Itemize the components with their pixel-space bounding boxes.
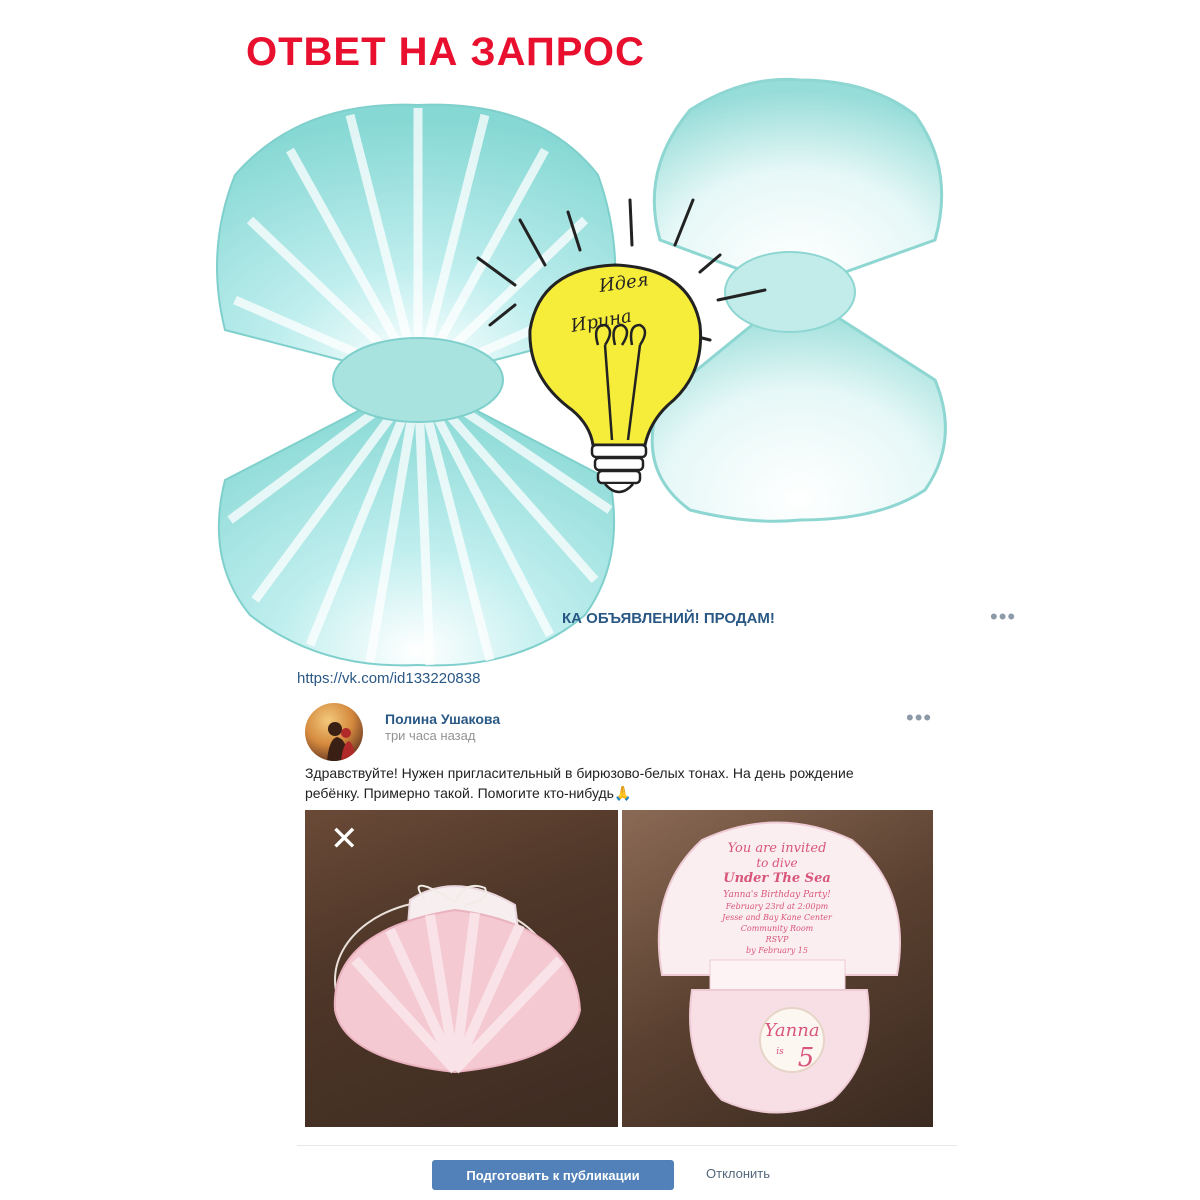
shell-right-hinge xyxy=(724,251,856,333)
decorative-shells-illustration: Идея Ирина xyxy=(216,77,947,667)
post-author[interactable]: Полина Ушакова xyxy=(385,711,500,727)
card-line-2: to dive xyxy=(756,856,797,870)
card-line-4: Yanna's Birthday Party! xyxy=(723,890,831,900)
post-time[interactable]: три часа назад xyxy=(385,728,475,743)
shell-left-hinge xyxy=(332,337,504,423)
reject-button[interactable]: Отклонить xyxy=(706,1166,770,1181)
card-line-7: Community Room xyxy=(741,924,814,933)
card-line-6: Jesse and Bay Kane Center xyxy=(720,913,833,922)
badge-age: 5 xyxy=(798,1043,815,1073)
card-line-5: February 23rd at 2:00pm xyxy=(725,902,829,911)
post-photo-open-invitation[interactable]: You are invited to dive Under The Sea Ya… xyxy=(622,810,933,1127)
card-line-9: by February 15 xyxy=(746,946,808,955)
post-divider xyxy=(297,1145,957,1146)
post-text: Здравствуйте! Нужен пригласительный в би… xyxy=(305,765,854,801)
badge-name: Yanna xyxy=(764,1020,819,1041)
card-line-1: You are invited xyxy=(728,841,827,856)
badge-is: is xyxy=(776,1047,784,1057)
prepare-publication-button[interactable]: Подготовить к публикации xyxy=(432,1160,674,1190)
card-line-8: RSVP xyxy=(765,935,789,944)
profile-link[interactable]: https://vk.com/id133220838 xyxy=(297,670,480,687)
avatar[interactable] xyxy=(305,703,363,761)
group-title[interactable]: КА ОБЪЯВЛЕНИЙ! ПРОДАМ! xyxy=(562,610,775,627)
group-more-icon[interactable]: ••• xyxy=(990,606,1016,628)
card-line-3: Under The Sea xyxy=(723,871,831,886)
request-answer-headline: ОТВЕТ НА ЗАПРОС xyxy=(246,30,645,74)
post-more-icon[interactable]: ••• xyxy=(906,707,932,729)
close-icon[interactable]: ✕ xyxy=(330,822,359,856)
